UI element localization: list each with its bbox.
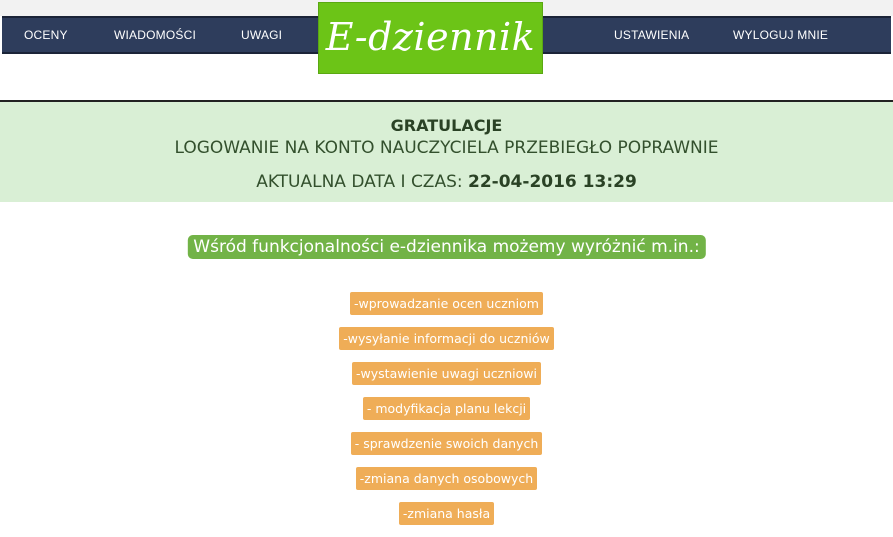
- banner-date: AKTUALNA DATA I CZAS: 22-04-2016 13:29: [0, 172, 893, 192]
- feature-item-remarks[interactable]: -wystawienie uwagi uczniowi: [352, 362, 541, 385]
- date-label: AKTUALNA DATA I CZAS:: [256, 172, 463, 192]
- feature-item-personal-data[interactable]: -zmiana danych osobowych: [355, 467, 538, 490]
- banner-subtitle: LOGOWANIE NA KONTO NAUCZYCIELA PRZEBIEGŁ…: [174, 138, 719, 158]
- nav-link-oceny[interactable]: OCENY: [24, 18, 68, 52]
- features-list: -wprowadzanie ocen uczniom -wysyłanie in…: [0, 292, 893, 537]
- nav-link-ustawienia[interactable]: USTAWIENIA: [614, 18, 689, 52]
- nav-link-wiadomosci[interactable]: WIADOMOŚCI: [114, 18, 196, 52]
- feature-item-grades[interactable]: -wprowadzanie ocen uczniom: [350, 292, 543, 315]
- banner-title: GRATULACJE: [390, 116, 503, 135]
- nav-link-wyloguj[interactable]: WYLOGUJ MNIE: [733, 18, 828, 52]
- features-heading: Wśród funkcjonalności e-dziennika możemy…: [187, 235, 706, 259]
- feature-item-password[interactable]: -zmiana hasła: [398, 502, 495, 525]
- welcome-banner: GRATULACJE LOGOWANIE NA KONTO NAUCZYCIEL…: [0, 102, 893, 202]
- feature-item-messages[interactable]: -wysyłanie informacji do uczniów: [339, 327, 554, 350]
- feature-item-schedule[interactable]: - modyfikacja planu lekcji: [362, 397, 531, 420]
- logo-text: E-dziennik: [325, 15, 536, 59]
- feature-item-check-data[interactable]: - sprawdzenie swoich danych: [350, 432, 543, 455]
- date-value: 22-04-2016 13:29: [468, 172, 637, 192]
- logo[interactable]: E-dziennik: [318, 2, 543, 74]
- nav-link-uwagi[interactable]: UWAGI: [241, 18, 282, 52]
